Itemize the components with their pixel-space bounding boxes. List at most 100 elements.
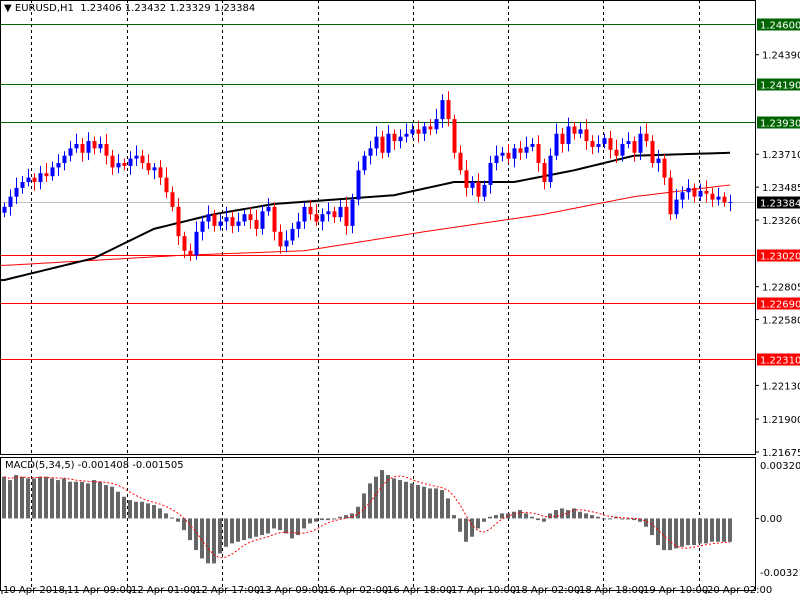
candle-body bbox=[650, 141, 655, 164]
candle-body bbox=[74, 143, 79, 149]
candle-body bbox=[254, 220, 259, 229]
candle-body bbox=[368, 148, 373, 156]
candle-body bbox=[122, 163, 127, 166]
macd-histogram-bar bbox=[542, 518, 546, 522]
time-label: 16 Apr 18:00 bbox=[387, 585, 452, 596]
macd-histogram-bar bbox=[314, 518, 318, 522]
macd-histogram-bar bbox=[620, 518, 624, 520]
macd-histogram-bar bbox=[302, 518, 306, 529]
candle-body bbox=[20, 182, 25, 188]
macd-histogram-bar bbox=[716, 518, 720, 542]
macd-histogram-bar bbox=[488, 516, 492, 519]
candle-body bbox=[206, 214, 211, 222]
candle-body bbox=[488, 163, 493, 185]
candle-body bbox=[374, 136, 379, 149]
macd-histogram-bar bbox=[2, 476, 6, 519]
macd-histogram-bar bbox=[650, 518, 654, 536]
candle-body bbox=[476, 182, 481, 197]
macd-histogram-bar bbox=[692, 518, 696, 546]
candle-body bbox=[596, 143, 601, 147]
macd-histogram-bar bbox=[182, 518, 186, 531]
candle-body bbox=[182, 236, 187, 251]
candle-body bbox=[134, 155, 139, 159]
macd-histogram-bar bbox=[482, 518, 486, 522]
macd-histogram-bar bbox=[188, 518, 192, 541]
macd-histogram-bar bbox=[80, 481, 84, 519]
candle-body bbox=[260, 211, 265, 229]
candle-body bbox=[230, 217, 235, 226]
candle-body bbox=[158, 167, 163, 178]
collapse-triangle-icon[interactable]: ▼ bbox=[4, 3, 12, 14]
macd-histogram-bar bbox=[92, 480, 96, 519]
candle-body bbox=[290, 228, 295, 241]
symbol-label: EURUSD,H1 bbox=[14, 3, 74, 14]
candle-body bbox=[350, 199, 355, 226]
candle-body bbox=[542, 163, 547, 183]
macd-histogram-bar bbox=[680, 518, 684, 547]
candle-body bbox=[128, 158, 133, 166]
macd-histogram-bar bbox=[524, 513, 528, 519]
candle-body bbox=[668, 177, 673, 215]
candle-body bbox=[236, 221, 241, 226]
candle-body bbox=[218, 221, 223, 226]
candle-body bbox=[686, 187, 691, 193]
candle-body bbox=[140, 155, 145, 164]
macd-histogram-bar bbox=[434, 488, 438, 519]
macd-axis-label: 0.003204 bbox=[760, 461, 800, 472]
resistance-level-label: 1.24190 bbox=[760, 81, 800, 92]
candle-body bbox=[266, 206, 271, 212]
macd-histogram-bar bbox=[350, 513, 354, 519]
support-level-label: 1.23020 bbox=[760, 252, 800, 263]
macd-histogram-bar bbox=[590, 515, 594, 519]
candle-body bbox=[296, 221, 301, 229]
main-frame bbox=[0, 0, 756, 455]
price-tick-label: 1.22580 bbox=[762, 316, 800, 327]
candle-body bbox=[584, 129, 589, 142]
macd-histogram-bar bbox=[206, 518, 210, 564]
candle-body bbox=[692, 187, 697, 197]
macd-histogram-bar bbox=[284, 518, 288, 534]
macd-histogram-bar bbox=[440, 490, 444, 519]
macd-histogram-bar bbox=[332, 518, 336, 520]
price-tick-label: 1.22130 bbox=[762, 381, 800, 392]
candle-body bbox=[14, 187, 19, 197]
price-tick-label: 1.24390 bbox=[762, 51, 800, 62]
candle-body bbox=[194, 231, 199, 256]
candle-body bbox=[278, 231, 283, 247]
macd-histogram-bar bbox=[644, 518, 648, 527]
macd-histogram-bar bbox=[266, 518, 270, 534]
candle-body bbox=[98, 143, 103, 149]
candle-body bbox=[698, 190, 703, 197]
macd-histogram-bar bbox=[362, 493, 366, 519]
macd-histogram-bar bbox=[578, 511, 582, 519]
macd-histogram-bar bbox=[164, 513, 168, 519]
macd-histogram-bar bbox=[416, 485, 420, 519]
candle-body bbox=[638, 133, 643, 153]
macd-histogram-bar bbox=[68, 481, 72, 519]
macd-histogram-bar bbox=[668, 518, 672, 551]
candle-body bbox=[224, 217, 229, 222]
macd-histogram-bar bbox=[518, 510, 522, 519]
candle-body bbox=[680, 192, 685, 200]
candle-body bbox=[314, 214, 319, 222]
candle-body bbox=[50, 167, 55, 177]
time-label: 13 Apr 09:00 bbox=[259, 585, 324, 596]
candle-body bbox=[728, 201, 733, 203]
candle-body bbox=[416, 129, 421, 134]
macd-histogram-bar bbox=[452, 515, 456, 519]
candle-body bbox=[662, 158, 667, 178]
candle-body bbox=[56, 163, 61, 168]
candle-body bbox=[704, 190, 709, 194]
candle-body bbox=[80, 143, 85, 153]
candle-body bbox=[530, 143, 535, 147]
macd-histogram-bar bbox=[152, 505, 156, 519]
candle-body bbox=[446, 100, 451, 120]
price-chart[interactable]: 10 Apr 2018 11 Apr 09:0012 Apr 01:0012 Ap… bbox=[0, 0, 800, 600]
candle-body bbox=[518, 148, 523, 153]
candle-body bbox=[272, 206, 277, 232]
macd-histogram-bar bbox=[554, 510, 558, 519]
candle-body bbox=[524, 146, 529, 153]
macd-histogram-bar bbox=[530, 516, 534, 519]
macd-histogram-bar bbox=[686, 518, 690, 546]
macd-histogram-bar bbox=[422, 486, 426, 519]
